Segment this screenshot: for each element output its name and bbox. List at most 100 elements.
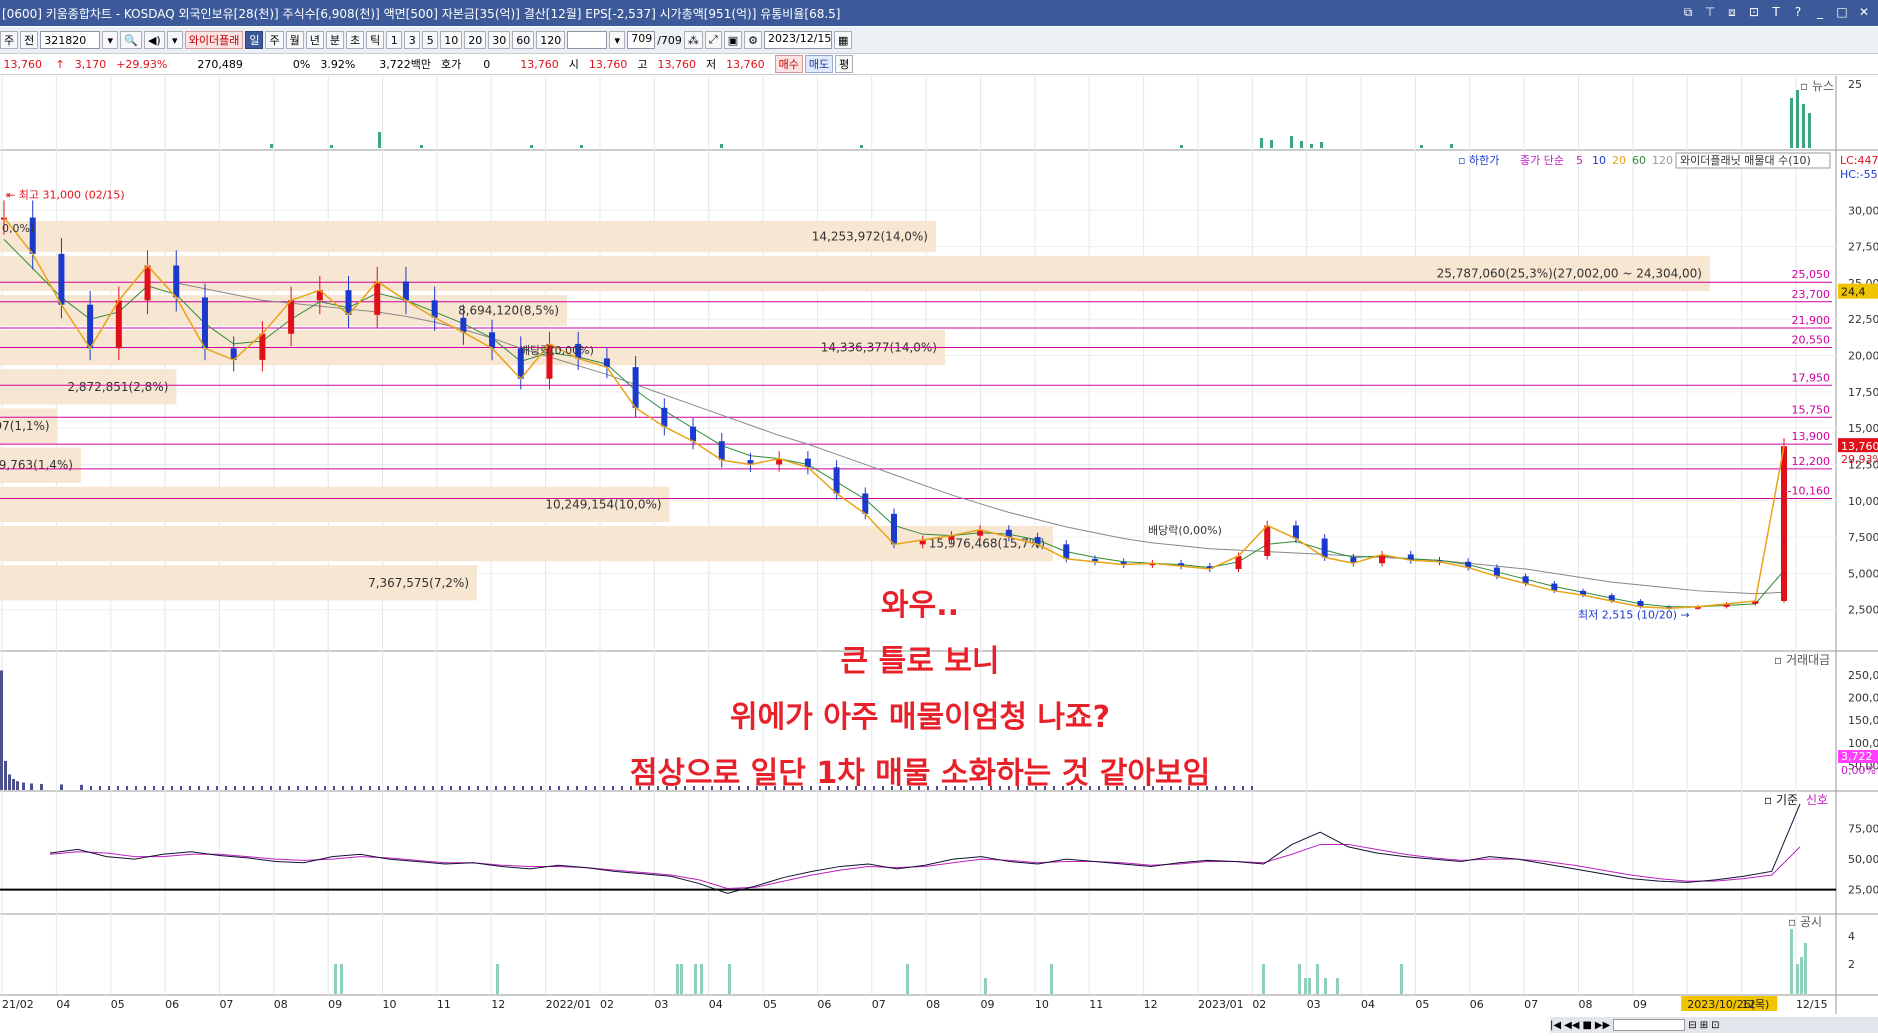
gear-icon[interactable]: ⚙: [744, 31, 762, 49]
trade-pct-tag-text: 0,00%: [1841, 764, 1876, 777]
price-y-tick: 2,500: [1848, 604, 1878, 617]
news-bar: [1320, 142, 1323, 148]
full-select[interactable]: 전: [20, 31, 39, 49]
stock-name-button[interactable]: 와이더플래: [184, 31, 244, 49]
annotation-line-4: 점상으로 일단 1차 매물 소화하는 것 같아보임: [629, 756, 1211, 791]
minute-30[interactable]: 30: [488, 31, 511, 49]
disclosure-bar: [496, 964, 499, 994]
disclosure-bar: [1050, 964, 1053, 994]
search-icon[interactable]: 🔍: [120, 31, 142, 49]
maximize-icon[interactable]: □: [1834, 4, 1850, 20]
legend-ma60: 60: [1632, 154, 1646, 167]
price-change-pct: +29.93%: [116, 57, 168, 71]
scroll-bar[interactable]: [1613, 1019, 1686, 1031]
level-label: 23,700: [1792, 288, 1831, 301]
date-input[interactable]: 2023/12/15: [764, 31, 832, 49]
scroll-icon[interactable]: ⁂: [683, 31, 703, 49]
x-tick-label: 05: [111, 998, 125, 1011]
minute-10[interactable]: 10: [440, 31, 463, 49]
period-year[interactable]: 년: [305, 31, 324, 49]
tile-icon[interactable]: ⧈: [1724, 4, 1740, 20]
level-label: 13,900: [1792, 430, 1831, 443]
open-price: 13,760: [588, 57, 628, 71]
minute-120[interactable]: 120: [536, 31, 566, 49]
period-tick[interactable]: 틱: [366, 31, 385, 49]
code-dropdown-icon[interactable]: ▾: [102, 31, 119, 49]
close-icon[interactable]: ✕: [1856, 4, 1872, 20]
candle-body: [1264, 525, 1271, 556]
help-icon[interactable]: ?: [1790, 4, 1806, 20]
cascade-icon[interactable]: ⧉: [1680, 4, 1696, 20]
minute-3[interactable]: 3: [404, 31, 421, 49]
scroll-first-icon[interactable]: |◀: [1550, 1020, 1561, 1031]
eval-button[interactable]: 평: [835, 55, 854, 73]
minute-1[interactable]: 1: [386, 31, 403, 49]
stock-chart[interactable]: 21/02 04 05 06 07 08 09 10 11 12 2022/01 02 03 04 05 06…: [0, 76, 1878, 1033]
period-week[interactable]: 주: [265, 31, 284, 49]
market-select[interactable]: 주: [0, 31, 19, 49]
osc-y-tick: 50,00: [1848, 853, 1878, 866]
disclosure-bar: [700, 964, 703, 994]
pin-icon[interactable]: ⊤: [1702, 4, 1718, 20]
volume-profile-label: 2,872,851(2,8%): [67, 380, 168, 394]
news-bar: [270, 144, 273, 148]
price-y-tick: 27,500: [1848, 241, 1878, 254]
candle-body: [431, 300, 438, 318]
osc-legend-base: ▫ 기준: [1764, 793, 1798, 807]
first-profile-tag: 0,0%): [2, 222, 34, 235]
font-icon[interactable]: T: [1768, 4, 1784, 20]
candle-body: [718, 441, 725, 461]
legend-ma5: 5: [1576, 154, 1583, 167]
sound-icon[interactable]: ◀): [143, 31, 165, 49]
view-icon[interactable]: ⊡: [1711, 1020, 1719, 1031]
disclosure-bar: [1796, 964, 1799, 994]
save-icon[interactable]: ▣: [723, 31, 743, 49]
arrow-dropdown-icon[interactable]: ▾: [166, 31, 183, 49]
volume: 270,489: [197, 57, 243, 71]
price-y-tick: 5,000: [1848, 567, 1878, 580]
current-price-tag-text: 13,760: [1841, 440, 1878, 453]
osc-base-line: [49, 803, 1801, 894]
trade-y-tick: 150,000: [1848, 714, 1878, 727]
zoom-in-icon[interactable]: ⊞: [1700, 1020, 1708, 1031]
news-bar: [1808, 113, 1811, 148]
disclosure-bar: [1790, 929, 1793, 994]
disclosure-bar: [1308, 978, 1311, 994]
minute-5[interactable]: 5: [422, 31, 439, 49]
volume-profile-label: 15,976,468(15,7%): [929, 537, 1045, 551]
stock-code-input[interactable]: [40, 31, 101, 49]
stop-icon[interactable]: ■: [1582, 1020, 1591, 1031]
sell-button[interactable]: 매도: [804, 55, 834, 73]
legend-lower-limit: ▫ 하한가: [1458, 153, 1499, 167]
scroll-next-icon[interactable]: ▶▶: [1595, 1020, 1610, 1031]
count-input[interactable]: 709: [627, 31, 656, 49]
period-second[interactable]: 초: [345, 31, 365, 49]
legend-ma20: 20: [1612, 154, 1626, 167]
disclosure-bar: [1316, 964, 1319, 994]
chart-area[interactable]: 21/02 04 05 06 07 08 09 10 11 12 2022/01 02 03 04 05 06…: [0, 76, 1878, 1033]
x-tick-label: 12: [491, 998, 505, 1011]
minimize-icon[interactable]: _: [1812, 4, 1828, 20]
hoga-value: 0: [483, 57, 491, 71]
buy-button[interactable]: 매수: [774, 55, 803, 73]
layout-icon[interactable]: ⊡: [1746, 4, 1762, 20]
x-tick-label: 2023/10/26(목): [1687, 998, 1769, 1011]
custom-period-input[interactable]: [567, 31, 608, 49]
period-minute[interactable]: 분: [325, 31, 344, 49]
calendar-icon[interactable]: ▦: [834, 31, 853, 49]
scroll-prev-icon[interactable]: ◀◀: [1564, 1020, 1579, 1031]
period-month[interactable]: 월: [285, 31, 304, 49]
news-bar: [378, 132, 381, 148]
price-y-tick: 22,500: [1848, 313, 1878, 326]
lc-label: LC:447: [1840, 154, 1878, 167]
candle-body: [1063, 544, 1070, 559]
candle-body: [115, 300, 122, 349]
zoom-icon[interactable]: ⤢: [704, 31, 722, 49]
period-day[interactable]: 일: [245, 31, 264, 49]
minute-60[interactable]: 60: [512, 31, 535, 49]
news-bar: [1310, 144, 1313, 148]
zoom-out-icon[interactable]: ⊟: [1688, 1020, 1696, 1031]
disclosure-bar: [728, 964, 731, 994]
custom-dropdown-icon[interactable]: ▾: [609, 31, 626, 49]
minute-20[interactable]: 20: [464, 31, 487, 49]
